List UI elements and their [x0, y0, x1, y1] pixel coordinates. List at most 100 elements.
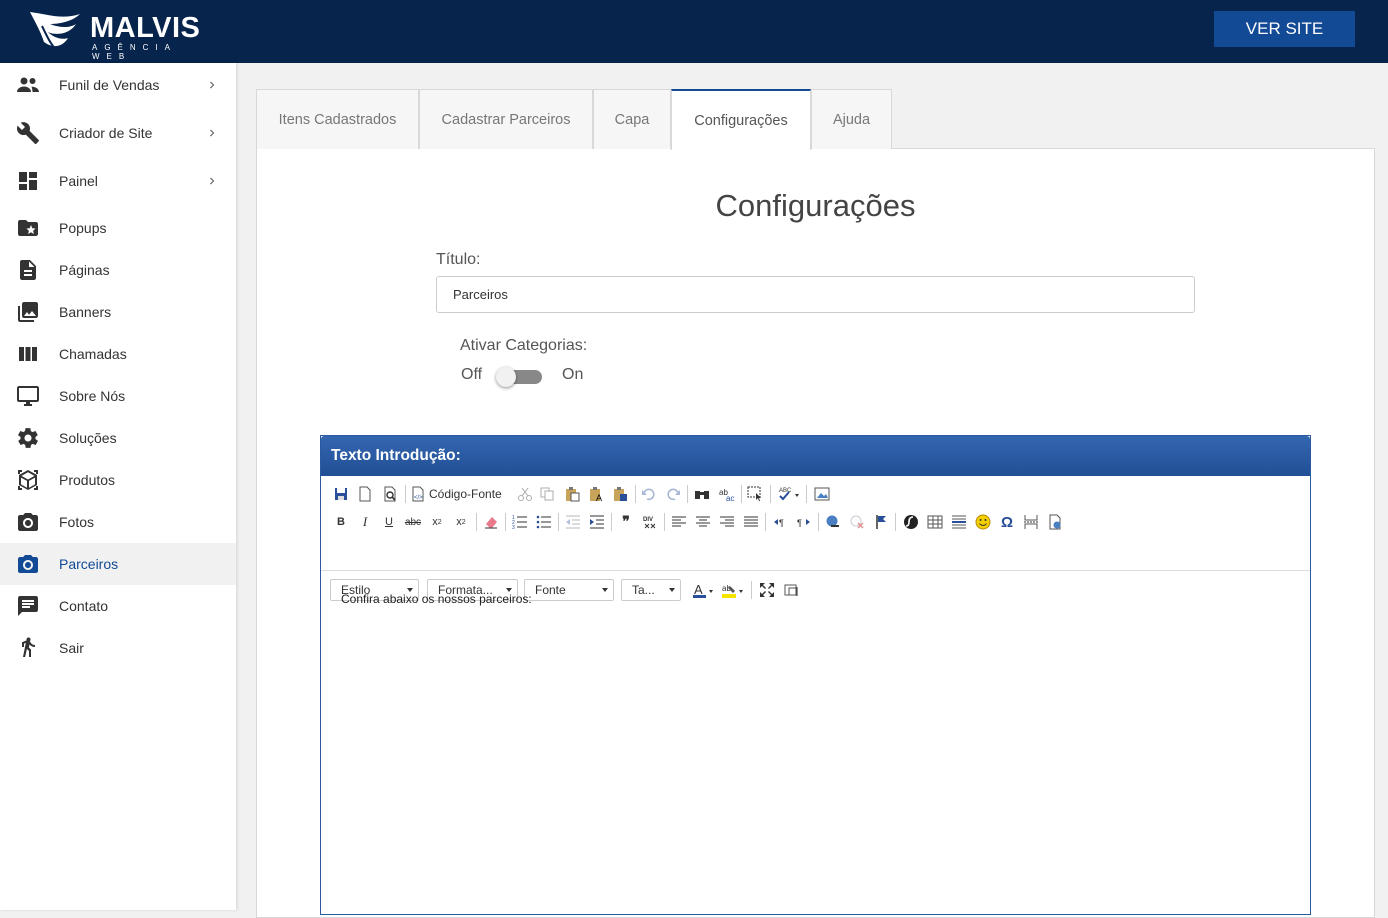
font-dropdown[interactable]: Fonte	[524, 579, 614, 601]
sidebar-item-label: Criador de Site	[59, 125, 153, 141]
sidebar-item-funil-de-vendas[interactable]: Funil de Vendas	[0, 64, 236, 106]
outdent-icon[interactable]	[563, 512, 583, 532]
toolbar-separator	[806, 485, 807, 503]
copy-icon[interactable]	[537, 484, 557, 504]
toolbar-separator	[765, 513, 766, 531]
ver-site-button[interactable]: VER SITE	[1214, 11, 1355, 47]
replace-icon[interactable]: ab ac	[717, 484, 737, 504]
sidebar-item-painel[interactable]: Painel	[0, 160, 236, 202]
smiley-icon[interactable]	[973, 512, 993, 532]
numbered-list-icon[interactable]: 123	[510, 512, 530, 532]
svg-text:¶: ¶	[797, 518, 802, 528]
paste-word-icon[interactable]	[610, 484, 630, 504]
flash-icon[interactable]	[901, 512, 921, 532]
sidebar-item-popups[interactable]: Popups	[0, 207, 236, 249]
horizontal-rule-icon[interactable]	[949, 512, 969, 532]
ativar-categorias-toggle[interactable]	[496, 367, 544, 387]
bulleted-list-icon[interactable]	[534, 512, 554, 532]
superscript-icon[interactable]: x2	[451, 512, 471, 532]
maximize-icon[interactable]	[757, 580, 777, 600]
editor-content[interactable]: Confira abaixo os nossos parceiros:	[341, 592, 532, 606]
tab-ajuda[interactable]: Ajuda	[811, 89, 892, 149]
paste-icon[interactable]	[562, 484, 582, 504]
sidebar-item-sair[interactable]: Sair	[0, 627, 236, 669]
page-break-icon[interactable]	[1021, 512, 1041, 532]
toolbar-separator	[558, 513, 559, 531]
spellcheck-icon[interactable]: ABC	[775, 484, 803, 504]
link-icon[interactable]	[823, 512, 843, 532]
cut-icon[interactable]	[515, 484, 535, 504]
toolbar-separator	[611, 513, 612, 531]
subscript-icon[interactable]: x2	[427, 512, 447, 532]
align-center-icon[interactable]	[693, 512, 713, 532]
sidebar-item-paginas[interactable]: Páginas	[0, 249, 236, 291]
align-right-icon[interactable]	[717, 512, 737, 532]
size-dropdown[interactable]: Ta...	[621, 579, 681, 601]
table-icon[interactable]	[925, 512, 945, 532]
select-all-icon[interactable]	[745, 484, 765, 504]
sidebar-item-parceiros[interactable]: Parceiros	[0, 543, 236, 585]
new-page-icon[interactable]	[355, 484, 375, 504]
find-icon[interactable]	[692, 484, 712, 504]
anchor-flag-icon[interactable]	[871, 512, 891, 532]
bold-icon[interactable]: B	[331, 512, 351, 532]
chevron-down-icon	[669, 588, 675, 592]
sidebar-item-label: Sobre Nós	[59, 388, 126, 404]
toggle-knob[interactable]	[496, 367, 516, 387]
align-justify-icon[interactable]	[741, 512, 761, 532]
special-char-icon[interactable]: Ω	[997, 512, 1017, 532]
source-code-button[interactable]: </> Código-Fonte	[410, 484, 502, 504]
monitor-icon	[15, 384, 40, 409]
text-color-icon[interactable]: A	[691, 580, 717, 600]
tab-cadastrar-parceiros[interactable]: Cadastrar Parceiros	[419, 89, 593, 149]
sidebar-item-solucoes[interactable]: Soluções	[0, 417, 236, 459]
sidebar-item-banners[interactable]: Banners	[0, 291, 236, 333]
sidebar-item-produtos[interactable]: Produtos	[0, 459, 236, 501]
sidebar-item-label: Fotos	[59, 514, 95, 530]
sidebar-item-label: Produtos	[59, 472, 116, 488]
save-icon[interactable]	[331, 484, 351, 504]
remove-format-icon[interactable]	[481, 512, 501, 532]
sidebar-item-fotos[interactable]: Fotos	[0, 501, 236, 543]
tab-configuracoes[interactable]: Configurações	[671, 89, 811, 150]
redo-icon[interactable]	[663, 484, 683, 504]
undo-icon[interactable]	[639, 484, 659, 504]
underline-icon[interactable]: U	[379, 512, 399, 532]
toolbar-separator	[770, 485, 771, 503]
image-icon[interactable]	[812, 484, 832, 504]
malvis-logo[interactable]: MALVIS AGÊNCIA WEB	[28, 8, 208, 61]
iframe-icon[interactable]	[1045, 512, 1065, 532]
align-left-icon[interactable]	[669, 512, 689, 532]
preview-icon[interactable]	[380, 484, 400, 504]
sidebar-item-label: Páginas	[59, 262, 110, 278]
background-color-icon[interactable]: ab	[719, 580, 747, 600]
font-dropdown-value: Fonte	[535, 583, 566, 597]
rtl-icon[interactable]: ¶	[794, 512, 814, 532]
sidebar-item-chamadas[interactable]: Chamadas	[0, 333, 236, 375]
tab-capa[interactable]: Capa	[593, 89, 671, 149]
gear-icon	[15, 426, 40, 451]
sidebar-item-label: Parceiros	[59, 556, 119, 572]
unlink-icon[interactable]	[847, 512, 867, 532]
blockquote-icon[interactable]: ❞	[616, 512, 636, 532]
toolbar-separator	[687, 485, 688, 503]
sidebar-item-contato[interactable]: Contato	[0, 585, 236, 627]
sidebar-item-label: Sair	[59, 640, 84, 656]
chevron-right-icon	[205, 126, 219, 140]
strikethrough-icon[interactable]: abc	[403, 512, 423, 532]
tab-itens-cadastrados[interactable]: Itens Cadastrados	[256, 89, 419, 149]
create-div-icon[interactable]: DIV	[640, 512, 660, 532]
italic-icon[interactable]: I	[355, 512, 375, 532]
titulo-input[interactable]	[436, 276, 1195, 313]
dashboard-icon	[15, 169, 40, 194]
toolbar-separator	[635, 485, 636, 503]
paste-text-icon[interactable]: A	[586, 484, 606, 504]
toolbar-separator	[818, 513, 819, 531]
sidebar-item-sobre-nos[interactable]: Sobre Nós	[0, 375, 236, 417]
columns-icon	[15, 342, 40, 367]
ltr-icon[interactable]: ¶	[770, 512, 790, 532]
sidebar-item-label: Popups	[59, 220, 107, 236]
indent-icon[interactable]	[587, 512, 607, 532]
show-blocks-icon[interactable]	[781, 580, 801, 600]
sidebar-item-criador-de-site[interactable]: Criador de Site	[0, 112, 236, 154]
